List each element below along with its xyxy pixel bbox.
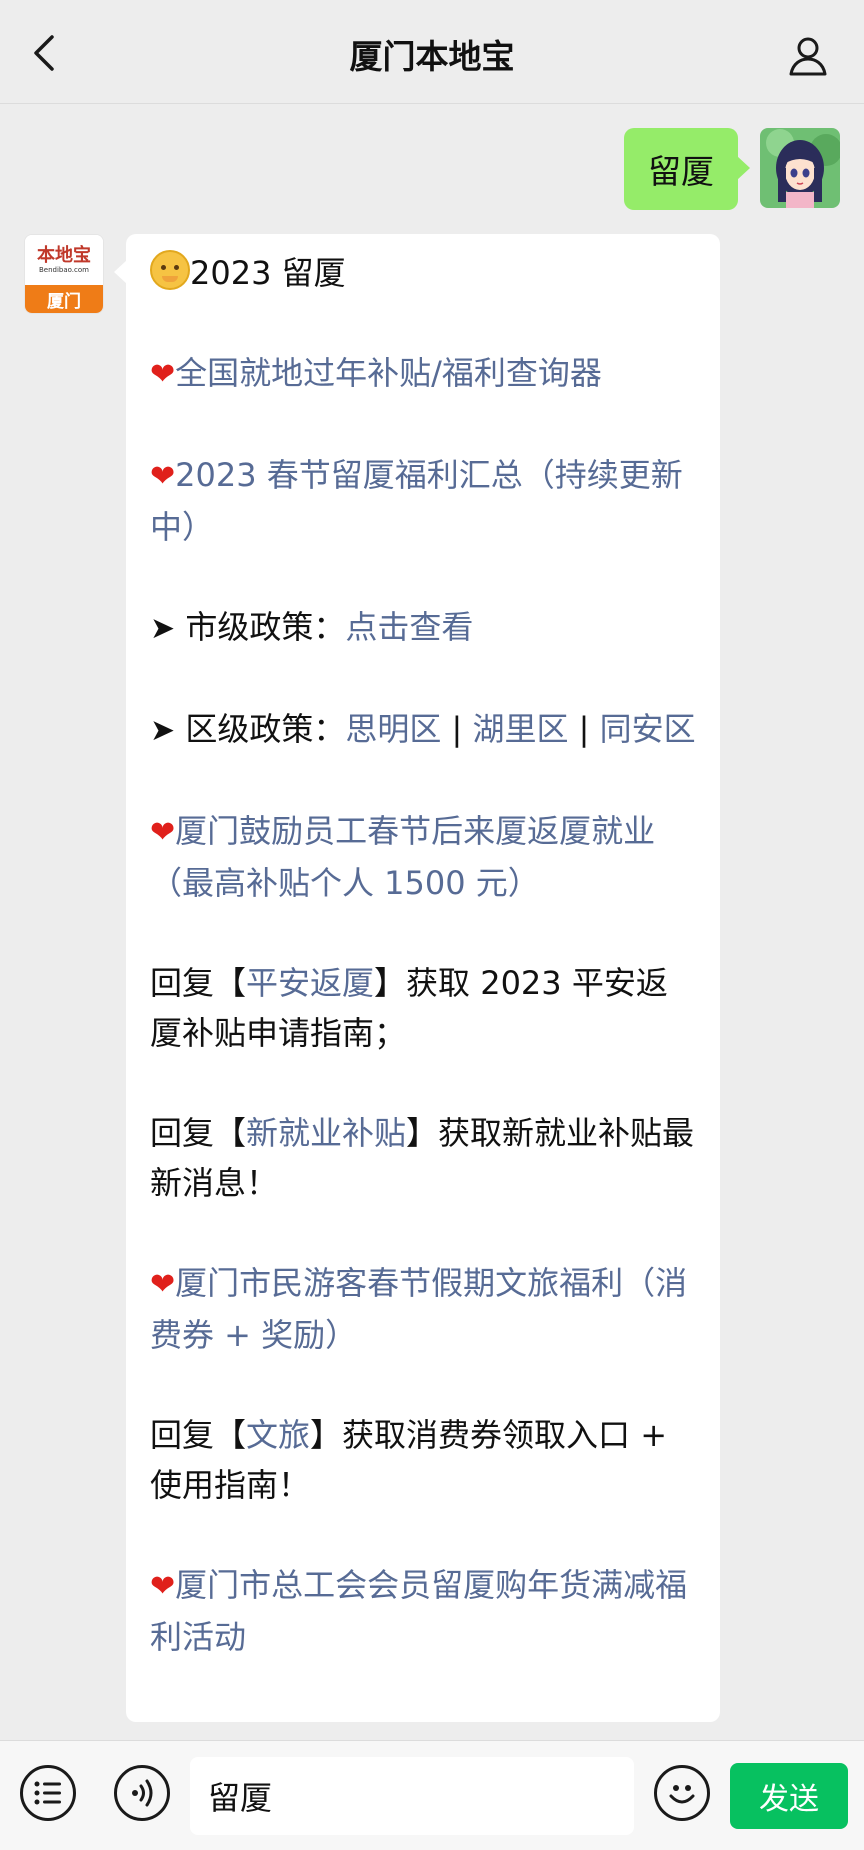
account-brand: 本地宝	[37, 244, 91, 266]
city-policy-line: ➤ 市级政策：点击查看	[150, 602, 696, 654]
reply-keyword-line: 回复【新就业补贴】获取新就业补贴最新消息！	[150, 1108, 696, 1208]
incoming-bubble: 2023 留厦 ❤全国就地过年补贴/福利查询器 ❤2023 春节留厦福利汇总（持…	[114, 234, 720, 1722]
city-policy-label: 市级政策：	[185, 608, 346, 646]
reply-keyword-line: 回复【文旅】获取消费券领取入口 + 使用指南！	[150, 1410, 696, 1510]
reply-text: 回复【	[150, 1114, 247, 1152]
my-avatar[interactable]	[760, 128, 840, 208]
smiley-icon	[669, 1785, 695, 1804]
district-link-siming[interactable]: 思明区	[345, 710, 441, 748]
reply-item[interactable]: ❤2023 春节留厦福利汇总（持续更新中）	[150, 450, 696, 552]
menu-button[interactable]	[20, 1765, 76, 1821]
send-button[interactable]: 发送	[730, 1763, 848, 1829]
reply-link[interactable]: 厦门鼓励员工春节后来厦返厦就业（最高补贴个人 1500 元）	[150, 812, 655, 902]
reply-text: 回复【	[150, 1416, 247, 1454]
heart-icon: ❤	[150, 459, 176, 494]
outgoing-message: 留厦	[624, 128, 840, 210]
keyword-link[interactable]: 文旅	[246, 1416, 310, 1454]
heart-icon: ❤	[150, 357, 176, 392]
input-bar: 留厦 发送	[0, 1740, 864, 1850]
person-icon	[789, 37, 827, 76]
heart-icon: ❤	[150, 815, 176, 850]
reply-link[interactable]: 2023 春节留厦福利汇总（持续更新中）	[150, 456, 683, 546]
account-avatar[interactable]: 本地宝 Bendibao.com 厦门	[24, 234, 104, 314]
top-bar: 厦门本地宝	[0, 0, 864, 104]
reply-link[interactable]: 全国就地过年补贴/福利查询器	[175, 354, 602, 392]
account-avatar-top: 本地宝 Bendibao.com	[25, 235, 103, 285]
reply-keyword-line: 回复【平安返厦】获取 2023 平安返厦补贴申请指南；	[150, 958, 696, 1058]
shush-face-icon	[150, 250, 190, 290]
keyword-link[interactable]: 新就业补贴	[246, 1114, 406, 1152]
chat-area[interactable]: 留厦 本地宝 Bendibao.com 厦门 2023 留厦 ❤全国就地过年补贴…	[0, 104, 864, 1740]
district-separator: |	[451, 710, 463, 748]
district-separator: |	[578, 710, 590, 748]
district-link-huli[interactable]: 湖里区	[472, 710, 568, 748]
emoji-button[interactable]	[654, 1765, 710, 1821]
profile-button[interactable]	[780, 28, 836, 84]
heart-icon: ❤	[150, 1569, 176, 1604]
reply-text: 回复【	[150, 964, 247, 1002]
voice-icon	[132, 1779, 153, 1807]
reply-item[interactable]: ❤厦门鼓励员工春节后来厦返厦就业（最高补贴个人 1500 元）	[150, 806, 696, 908]
account-url: Bendibao.com	[38, 265, 89, 274]
voice-button[interactable]	[114, 1765, 170, 1821]
page-title: 厦门本地宝	[349, 37, 515, 76]
outgoing-bubble[interactable]: 留厦	[624, 128, 750, 210]
reply-heading: 2023 留厦	[150, 248, 696, 298]
district-policy-line: ➤ 区级政策：思明区 | 湖里区 | 同安区	[150, 704, 696, 756]
district-policy-label: 区级政策：	[185, 710, 346, 748]
incoming-message: 本地宝 Bendibao.com 厦门 2023 留厦 ❤全国就地过年补贴/福利…	[24, 234, 720, 1722]
message-input[interactable]: 留厦	[190, 1757, 634, 1835]
account-city: 厦门	[25, 285, 103, 313]
list-icon	[34, 1781, 61, 1805]
reply-link[interactable]: 厦门市总工会会员留厦购年货满减福利活动	[150, 1566, 687, 1656]
reply-item[interactable]: ❤全国就地过年补贴/福利查询器	[150, 348, 696, 400]
arrow-right-icon: ➤	[150, 713, 176, 748]
heart-icon: ❤	[150, 1267, 176, 1302]
keyword-link[interactable]: 平安返厦	[246, 964, 374, 1002]
city-policy-link[interactable]: 点击查看	[345, 608, 473, 646]
reply-item[interactable]: ❤厦门市总工会会员留厦购年货满减福利活动	[150, 1560, 696, 1662]
reply-heading-text: 2023 留厦	[190, 254, 346, 292]
reply-link[interactable]: 厦门市民游客春节假期文旅福利（消费券 + 奖励）	[150, 1264, 687, 1354]
reply-item[interactable]: ❤厦门市民游客春节假期文旅福利（消费券 + 奖励）	[150, 1258, 696, 1360]
district-link-tongan[interactable]: 同安区	[600, 710, 696, 748]
arrow-right-icon: ➤	[150, 611, 176, 646]
